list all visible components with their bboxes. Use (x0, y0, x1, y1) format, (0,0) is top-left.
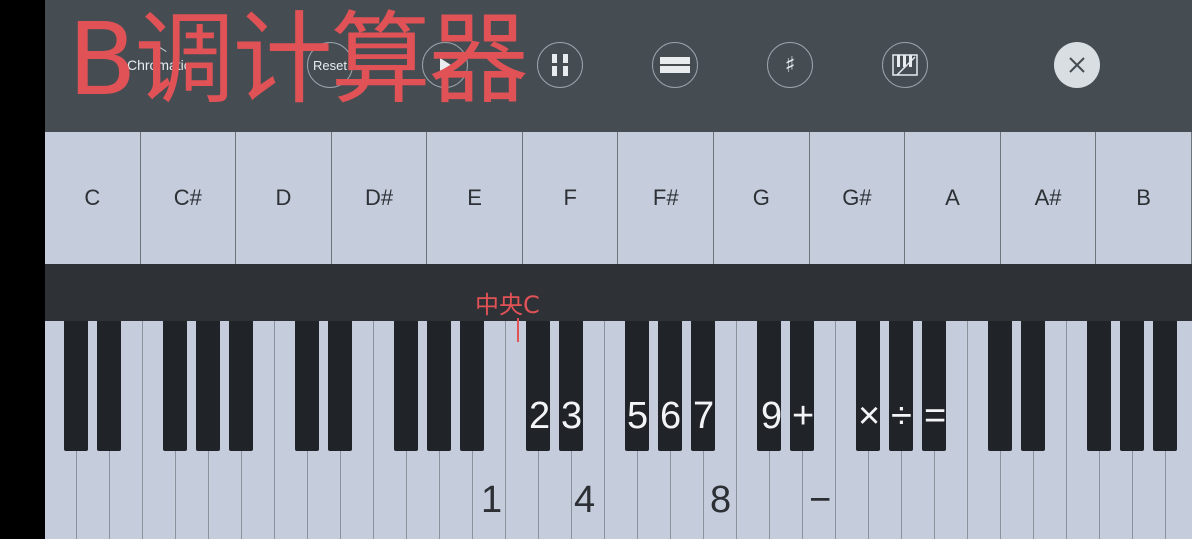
black-key[interactable] (328, 321, 352, 451)
calculator-key-label: 4 (574, 479, 596, 521)
calculator-key-label: 3 (561, 395, 583, 437)
pause-icon (549, 54, 571, 76)
note-label-row: C C# D D# E F F# G G# A A# B (45, 132, 1192, 264)
note-cell[interactable]: F (523, 132, 619, 264)
black-key[interactable] (64, 321, 88, 451)
black-key[interactable] (1087, 321, 1111, 451)
calculator-key-label: + (792, 395, 815, 437)
black-key[interactable] (163, 321, 187, 451)
calculator-app: ︿ Chromatic ﹀ Reset ♯ C C# D D# E F F# G… (45, 0, 1192, 539)
note-cell[interactable]: F# (618, 132, 715, 264)
black-key[interactable] (196, 321, 220, 451)
note-cell[interactable]: A# (1001, 132, 1097, 264)
close-icon (1069, 57, 1085, 73)
black-key[interactable] (988, 321, 1012, 451)
note-cell[interactable]: B (1096, 132, 1192, 264)
calculator-key-label: 7 (693, 395, 715, 437)
piano-keyboard[interactable]: 1 2 3 4 5 6 7 8 9 + − × ÷ = (45, 321, 1192, 539)
equal-bars-icon (660, 57, 690, 73)
calculator-key-label: ÷ (891, 395, 912, 437)
black-key[interactable] (460, 321, 484, 451)
piano-icon (892, 54, 918, 76)
calculator-key-label: = (924, 395, 947, 437)
calculator-key-label: 6 (660, 395, 682, 437)
note-cell[interactable]: G (714, 132, 810, 264)
calculator-key-label: − (809, 479, 832, 521)
note-cell[interactable]: D (236, 132, 332, 264)
calculator-key-label: 9 (761, 395, 783, 437)
black-key[interactable] (97, 321, 121, 451)
calculator-key-label: 5 (627, 395, 649, 437)
black-key[interactable] (295, 321, 319, 451)
pause-button[interactable] (537, 42, 583, 88)
calculator-key-label: 2 (529, 395, 551, 437)
keyboard-header-strip (45, 264, 1192, 321)
note-cell[interactable]: C (45, 132, 141, 264)
note-cell[interactable]: G# (810, 132, 906, 264)
piano-toggle-button[interactable] (882, 42, 928, 88)
note-cell[interactable]: C# (141, 132, 237, 264)
black-key[interactable] (1120, 321, 1144, 451)
close-button[interactable] (1054, 42, 1100, 88)
black-key[interactable] (394, 321, 418, 451)
equal-temperament-button[interactable] (652, 42, 698, 88)
calculator-key-label: 8 (710, 479, 732, 521)
calculator-key-label: 1 (481, 479, 503, 521)
sharp-icon: ♯ (784, 52, 796, 78)
note-cell[interactable]: A (905, 132, 1001, 264)
black-key[interactable] (427, 321, 451, 451)
middle-c-marker (517, 318, 519, 342)
sharp-button[interactable]: ♯ (767, 42, 813, 88)
black-key[interactable] (1153, 321, 1177, 451)
calculator-key-label: × (858, 395, 881, 437)
middle-c-label: 中央C (475, 291, 540, 319)
overlay-title: B调计算器 (68, 1, 529, 118)
black-key[interactable] (229, 321, 253, 451)
note-cell[interactable]: D# (332, 132, 428, 264)
black-key[interactable] (1021, 321, 1045, 451)
note-cell[interactable]: E (427, 132, 523, 264)
